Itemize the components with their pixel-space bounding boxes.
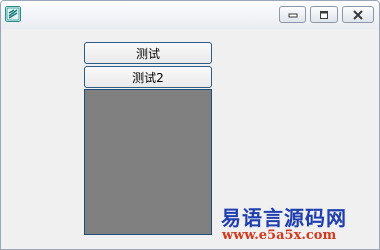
- title-bar[interactable]: [1, 1, 379, 30]
- maximize-icon: [318, 5, 330, 24]
- gray-panel: [84, 89, 212, 235]
- minimize-button[interactable]: [279, 6, 306, 23]
- app-window: 测试 测试2 易语言源码网 www.e5a5x.com: [0, 0, 380, 250]
- close-icon: [352, 5, 364, 24]
- watermark-title: 易语言源码网: [221, 206, 347, 230]
- watermark-url: www.e5a5x.com: [222, 228, 337, 243]
- maximize-button[interactable]: [310, 6, 338, 23]
- minimize-icon: [287, 5, 299, 24]
- app-icon[interactable]: [5, 6, 21, 22]
- close-button[interactable]: [342, 6, 374, 23]
- test2-button[interactable]: 测试2: [84, 66, 212, 88]
- test-button[interactable]: 测试: [84, 42, 212, 64]
